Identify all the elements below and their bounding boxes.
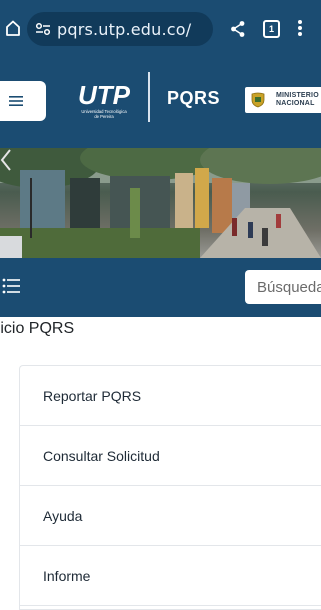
carousel-prev-icon[interactable]: [0, 148, 12, 172]
pqrs-menu-list: Reportar PQRS Consultar Solicitud Ayuda …: [19, 365, 321, 610]
ministerio-text: MINISTERIO NACIONAL: [276, 92, 319, 107]
menu-item-informe[interactable]: Informe: [20, 546, 321, 606]
site-header: UTP Universidad Tecnológica de Pereira P…: [0, 58, 321, 148]
utp-logo[interactable]: UTP Universidad Tecnológica de Pereira: [70, 78, 138, 124]
site-settings-icon[interactable]: [35, 22, 51, 36]
svg-text:UTP: UTP: [78, 80, 131, 110]
home-icon[interactable]: [5, 19, 21, 37]
search-input[interactable]: [245, 270, 321, 304]
ministerio-logo[interactable]: MINISTERIO NACIONAL: [245, 87, 321, 113]
menu-item-reportar-pqrs[interactable]: Reportar PQRS: [20, 366, 321, 426]
browser-toolbar: pqrs.utp.edu.co/ 1: [0, 0, 321, 58]
list-menu-icon[interactable]: [2, 277, 20, 295]
hamburger-icon: [9, 96, 23, 106]
hamburger-menu-button[interactable]: [0, 81, 46, 121]
more-options-icon[interactable]: [297, 19, 303, 37]
coat-of-arms-icon: [251, 92, 265, 108]
address-bar[interactable]: pqrs.utp.edu.co/: [27, 12, 213, 46]
menu-item-label: Consultar Solicitud: [43, 448, 160, 464]
site-title[interactable]: PQRS: [167, 88, 220, 109]
menu-item-ayuda[interactable]: Ayuda: [20, 486, 321, 546]
url-text[interactable]: pqrs.utp.edu.co/: [57, 20, 191, 39]
menu-item-consultar-solicitud[interactable]: Consultar Solicitud: [20, 426, 321, 486]
svg-text:de Pereira: de Pereira: [94, 114, 114, 119]
campus-scene: [0, 148, 321, 258]
campus-banner-image: [0, 148, 321, 258]
nav-bar: [0, 258, 321, 317]
tab-switcher-icon[interactable]: 1: [263, 20, 280, 38]
breadcrumb: Inicio PQRS: [0, 320, 75, 337]
menu-item-label: Reportar PQRS: [43, 388, 142, 404]
menu-item-label: Ayuda: [43, 508, 83, 524]
share-icon[interactable]: [230, 20, 246, 38]
menu-item-label: Informe: [43, 568, 91, 584]
logo-divider: [148, 72, 150, 122]
